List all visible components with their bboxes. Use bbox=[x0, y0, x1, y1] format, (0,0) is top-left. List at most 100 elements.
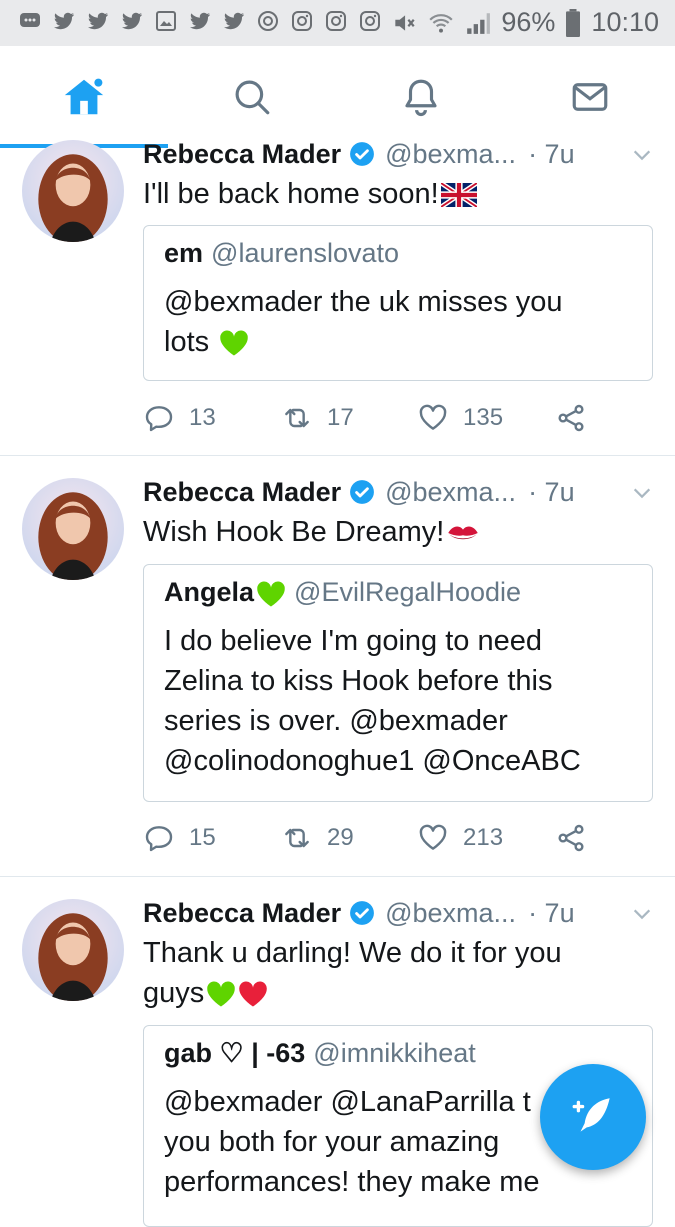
author-handle[interactable]: @bexma... bbox=[385, 898, 516, 929]
like-button[interactable]: 135 bbox=[417, 398, 503, 438]
tab-notifications[interactable] bbox=[337, 46, 505, 148]
tweet-actions: 13 17 135 bbox=[143, 398, 623, 438]
chevron-down-icon[interactable] bbox=[631, 144, 653, 166]
search-icon bbox=[235, 80, 270, 115]
author-handle[interactable]: @bexma... bbox=[385, 139, 516, 170]
profile-photo bbox=[22, 899, 124, 1001]
reply-button[interactable]: 15 bbox=[143, 818, 216, 858]
battery-icon bbox=[566, 8, 581, 37]
reply-icon bbox=[145, 826, 173, 852]
twitter-icon bbox=[122, 12, 142, 30]
verified-badge-icon bbox=[350, 901, 375, 925]
twitter-icon bbox=[88, 12, 108, 30]
author-handle[interactable]: @bexma... bbox=[385, 477, 516, 508]
retweet-button[interactable]: 29 bbox=[281, 818, 354, 858]
tweet-actions: 15 29 213 bbox=[143, 818, 623, 858]
retweet-icon bbox=[285, 408, 309, 428]
quoted-text: I do believe I'm going to need Zelina to… bbox=[164, 625, 581, 777]
instagram-icon bbox=[326, 11, 346, 31]
share-icon bbox=[558, 824, 584, 852]
tweet-time[interactable]: · 7u bbox=[528, 898, 575, 929]
quoted-tweet[interactable]: Angela @EvilRegalHoodie I do believe I'm … bbox=[143, 564, 653, 802]
tweet-time[interactable]: · 7u bbox=[528, 477, 575, 508]
green-heart-emoji bbox=[207, 981, 236, 1007]
quoted-author-handle: @laurenslovato bbox=[211, 238, 400, 268]
green-heart-emoji bbox=[220, 330, 248, 356]
compose-feather-icon bbox=[572, 1098, 610, 1132]
tweet[interactable]: Rebecca Mader @bexma... · 7u Wish Hook B… bbox=[0, 456, 675, 877]
like-button[interactable]: 213 bbox=[417, 818, 503, 858]
share-icon bbox=[558, 404, 584, 432]
quoted-header: gab ♡ | -63 @imnikkiheat bbox=[164, 1038, 476, 1069]
red-heart-emoji bbox=[239, 981, 268, 1007]
quoted-header: em @laurenslovato bbox=[164, 238, 399, 269]
author-name[interactable]: Rebecca Mader bbox=[143, 477, 341, 508]
battery-percent: 96% bbox=[501, 7, 556, 37]
retweet-icon bbox=[285, 828, 309, 848]
author-name[interactable]: Rebecca Mader bbox=[143, 898, 341, 929]
quoted-author-handle: @imnikkiheat bbox=[313, 1038, 476, 1068]
compose-tweet-button[interactable] bbox=[540, 1064, 646, 1170]
verified-badge-icon bbox=[350, 142, 375, 166]
tweet-time[interactable]: · 7u bbox=[528, 139, 575, 170]
profile-photo bbox=[22, 140, 124, 242]
verified-badge-icon bbox=[350, 480, 375, 504]
tweet-text: I'll be back home soon! bbox=[143, 174, 633, 214]
clock: 10:10 bbox=[591, 7, 659, 37]
green-heart-emoji bbox=[257, 581, 285, 607]
tab-bar bbox=[0, 46, 675, 149]
signal-icon bbox=[467, 12, 491, 34]
quoted-tweet[interactable]: em @laurenslovato @bexmader the uk misses… bbox=[143, 225, 653, 381]
like-count: 135 bbox=[463, 404, 504, 431]
home-icon bbox=[64, 76, 105, 115]
mute-icon bbox=[395, 14, 415, 31]
sync-icon bbox=[258, 11, 278, 31]
bell-icon bbox=[405, 79, 437, 117]
quoted-author-name: gab ♡ | -63 bbox=[164, 1038, 306, 1068]
tweet[interactable]: Rebecca Mader @bexma... · 7u I'll be bac… bbox=[0, 139, 675, 456]
uk-flag-emoji bbox=[440, 183, 477, 208]
message-icon bbox=[20, 13, 40, 27]
gallery-icon bbox=[156, 11, 176, 31]
tweet-header: Rebecca Mader @bexma... · 7u bbox=[143, 895, 575, 931]
kiss-mark-emoji bbox=[448, 526, 479, 540]
profile-photo bbox=[22, 478, 124, 580]
twitter-icon bbox=[54, 12, 74, 30]
tweet-text: Wish Hook Be Dreamy! bbox=[143, 512, 633, 552]
status-right: 96% 10:10 bbox=[391, 7, 659, 38]
share-button[interactable] bbox=[555, 818, 601, 858]
tweet-text: Thank u darling! We do it for you guys bbox=[143, 937, 562, 1009]
retweet-button[interactable]: 17 bbox=[281, 398, 354, 438]
quoted-text: @bexmader the uk misses you lots bbox=[164, 286, 563, 358]
reply-count: 15 bbox=[189, 824, 216, 851]
tab-search[interactable] bbox=[168, 46, 336, 148]
quoted-header: Angela @EvilRegalHoodie bbox=[164, 577, 521, 608]
reply-icon bbox=[145, 406, 173, 432]
mail-icon bbox=[572, 83, 608, 111]
avatar[interactable] bbox=[22, 478, 124, 580]
author-name[interactable]: Rebecca Mader bbox=[143, 139, 341, 170]
chevron-down-icon[interactable] bbox=[631, 903, 653, 925]
tab-messages[interactable] bbox=[506, 46, 674, 148]
retweet-count: 29 bbox=[327, 824, 354, 851]
notification-icons bbox=[18, 9, 382, 33]
heart-icon bbox=[419, 404, 447, 430]
status-bar: 96% 10:10 bbox=[0, 0, 675, 46]
tweet-header: Rebecca Mader @bexma... · 7u bbox=[143, 474, 575, 510]
retweet-count: 17 bbox=[327, 404, 354, 431]
share-button[interactable] bbox=[555, 398, 601, 438]
reply-count: 13 bbox=[189, 404, 216, 431]
avatar[interactable] bbox=[22, 140, 124, 242]
avatar[interactable] bbox=[22, 899, 124, 1001]
quoted-author-name: Angela bbox=[164, 577, 255, 607]
reply-button[interactable]: 13 bbox=[143, 398, 216, 438]
tweet-header: Rebecca Mader @bexma... · 7u bbox=[143, 136, 575, 172]
like-count: 213 bbox=[463, 824, 504, 851]
chevron-down-icon[interactable] bbox=[631, 482, 653, 504]
tab-home[interactable] bbox=[0, 46, 168, 149]
quoted-author-handle: @EvilRegalHoodie bbox=[294, 577, 522, 607]
twitter-icon bbox=[224, 12, 244, 30]
instagram-icon bbox=[292, 11, 312, 31]
twitter-icon bbox=[190, 12, 210, 30]
heart-icon bbox=[419, 824, 447, 850]
